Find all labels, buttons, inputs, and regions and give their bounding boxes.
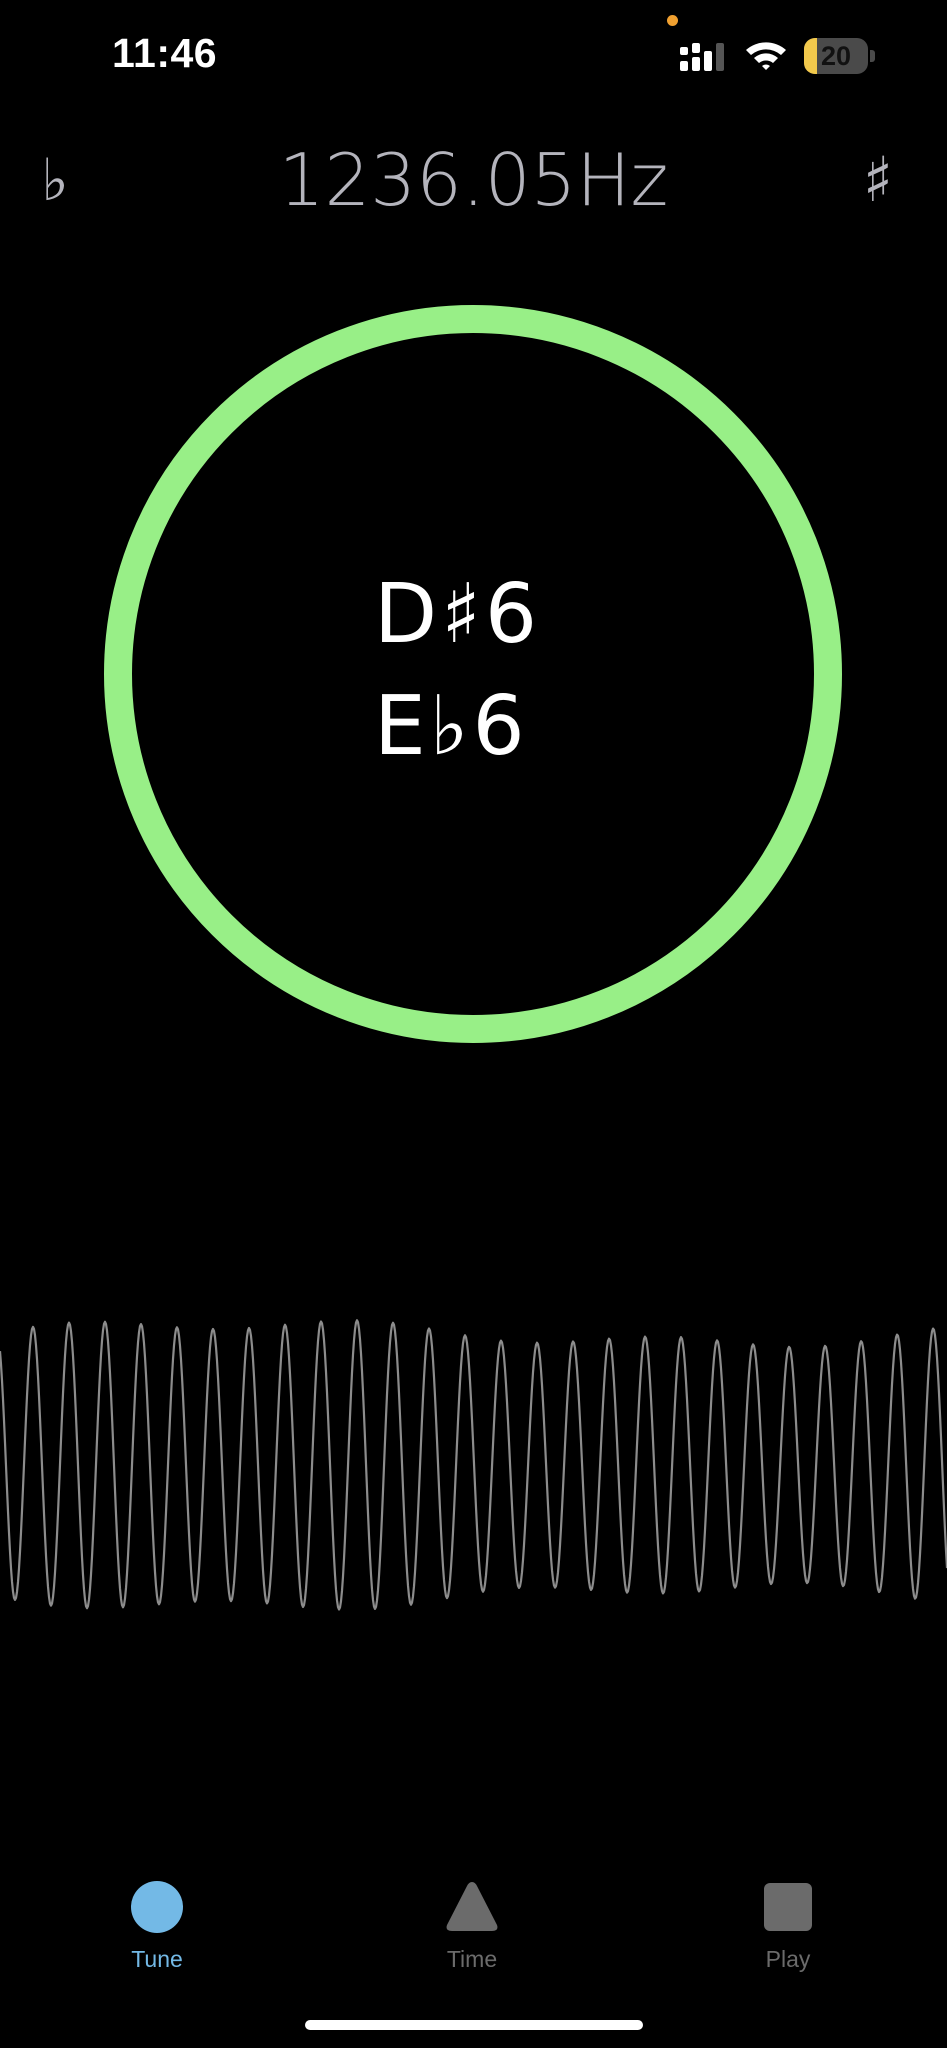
tab-tune[interactable]: Tune xyxy=(67,1860,247,1980)
square-icon xyxy=(764,1883,812,1931)
tab-tune-label: Tune xyxy=(131,1946,183,1972)
battery-cap xyxy=(870,50,875,62)
note-flat-name: E♭6 xyxy=(374,679,529,774)
tab-play-label: Play xyxy=(765,1946,811,1972)
home-indicator xyxy=(305,2020,643,2030)
tab-time[interactable]: Time xyxy=(382,1860,562,1980)
tuner-ring xyxy=(104,305,842,1043)
status-time: 11:46 xyxy=(112,30,218,76)
battery-icon: 20 xyxy=(804,38,876,74)
circle-icon xyxy=(131,1881,183,1933)
waveform-display xyxy=(0,1319,947,1611)
tab-bar: Tune Time Play xyxy=(0,1860,947,1980)
privacy-indicator-dot xyxy=(667,15,678,26)
wifi-icon xyxy=(746,42,786,70)
battery-level: 20 xyxy=(820,41,852,71)
waveform-line xyxy=(0,1319,947,1611)
frequency-readout: 1236.05Hz xyxy=(278,138,669,222)
flat-button[interactable]: ♭ xyxy=(30,140,80,220)
signal-icon xyxy=(680,43,724,71)
tab-play[interactable]: Play xyxy=(698,1860,878,1980)
status-bar: 11:46 20 xyxy=(0,0,947,110)
triangle-icon xyxy=(446,1882,498,1931)
note-sharp-name: D♯6 xyxy=(374,567,541,662)
sharp-button[interactable]: ♯ xyxy=(850,140,906,220)
tab-time-label: Time xyxy=(446,1946,498,1972)
battery-body: 20 xyxy=(804,38,868,74)
